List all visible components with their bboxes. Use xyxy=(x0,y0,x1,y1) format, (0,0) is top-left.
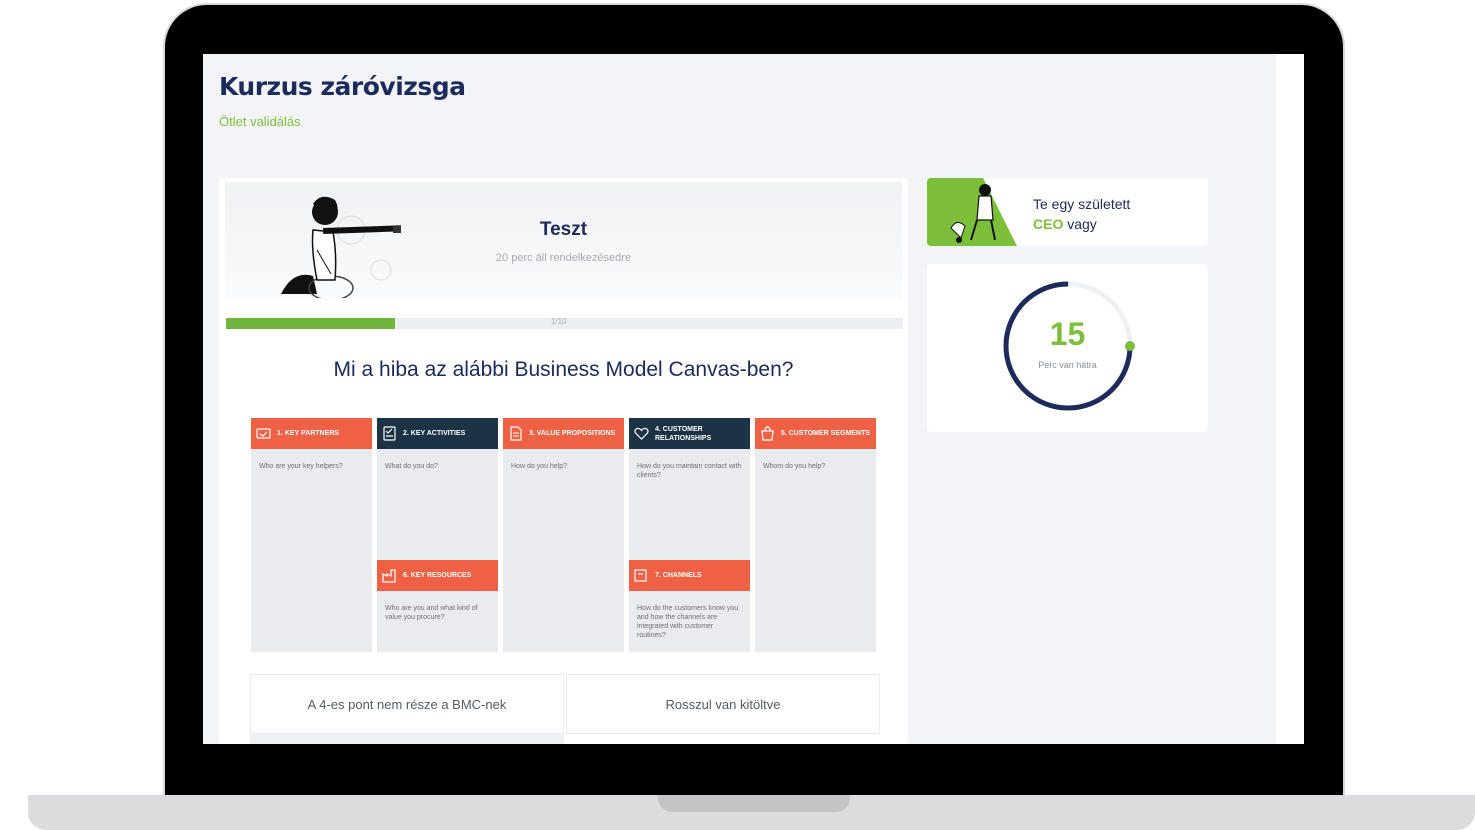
bmc-header-label: 5. CUSTOMER SEGMENTS xyxy=(781,430,870,437)
handshake-icon xyxy=(256,428,271,439)
bmc-column-key-activities: 2. KEY ACTIVITIES What do you do? 6. KEY… xyxy=(377,418,498,652)
bmc-header-value-propositions: 3. VALUE PROPOSITIONS xyxy=(503,418,624,449)
checklist-icon xyxy=(383,426,396,441)
bmc-header-key-activities: 2. KEY ACTIVITIES xyxy=(377,418,498,449)
bmc-prompt: How do you maintain contact with clients… xyxy=(637,463,742,479)
bmc-header-label: 1. KEY PARTNERS xyxy=(277,430,339,437)
bmc-prompt: How do the customers know you and how th… xyxy=(637,605,739,639)
quiz-name: Teszt xyxy=(539,219,588,240)
bmc-header-customer-relationships: 4. CUSTOMER RELATIONSHIPS xyxy=(629,418,750,449)
bmc-column-customer-segments: 5. CUSTOMER SEGMENTS Whom do you help? xyxy=(755,418,876,652)
timer-value: 15 xyxy=(1049,316,1086,352)
bmc-header-channels: 7. CHANNELS xyxy=(629,560,750,591)
ceo-illustration xyxy=(927,178,1017,246)
heart-icon xyxy=(634,427,649,440)
page-title: Kurzus záróvizsga xyxy=(219,72,466,101)
ceo-accent-word: CEO xyxy=(1033,216,1064,232)
quiz-progress-bar: 1/10 xyxy=(226,317,903,329)
ceo-line-2: vagy xyxy=(1063,216,1097,232)
laptop-notch xyxy=(658,795,850,812)
bmc-header-label: 6. KEY RESOURCES xyxy=(403,572,472,579)
bmc-header-label: 3. VALUE PROPOSITIONS xyxy=(529,430,616,437)
bmc-column-customer-relationships: 4. CUSTOMER RELATIONSHIPS How do you mai… xyxy=(629,418,750,652)
question-text: Mi a hiba az alábbi Business Model Canva… xyxy=(333,358,794,381)
ceo-badge-card: Te egy született CEO vagy xyxy=(927,178,1208,246)
bmc-header-customer-segments: 5. CUSTOMER SEGMENTS xyxy=(755,418,876,449)
bmc-header-key-partners: 1. KEY PARTNERS xyxy=(251,418,372,449)
bmc-column-key-partners: 1. KEY PARTNERS Who are your key helpers… xyxy=(251,418,372,652)
answer-option-b[interactable]: Rosszul van kitöltve xyxy=(566,674,880,734)
business-model-canvas: 1. KEY PARTNERS Who are your key helpers… xyxy=(251,418,878,652)
screen: Kurzus záróvizsga Ötlet validálás Teszt … xyxy=(203,54,1304,744)
answer-options: A 4-es pont nem része a BMC-nek Rosszul … xyxy=(250,674,880,744)
ceo-line-1: Te egy született xyxy=(1033,196,1131,212)
bmc-header-key-resources: 6. KEY RESOURCES xyxy=(377,560,498,591)
answer-option-a[interactable]: A 4-es pont nem része a BMC-nek xyxy=(250,674,564,734)
truck-icon xyxy=(634,569,647,582)
bmc-prompt: Who are you and what kind of value you p… xyxy=(385,605,478,621)
factory-icon xyxy=(382,569,396,583)
bmc-header-label: 7. CHANNELS xyxy=(655,572,702,579)
quiz-hero: Teszt 20 perc áll rendelkezésedre xyxy=(225,182,902,300)
answer-option-divider xyxy=(250,734,564,744)
bmc-column-value-propositions: 3. VALUE PROPOSITIONS How do you help? xyxy=(503,418,624,652)
shopping-bag-icon xyxy=(761,426,774,441)
document-icon xyxy=(510,426,522,441)
quiz-card: Teszt 20 perc áll rendelkezésedre 1/10 M… xyxy=(219,178,908,744)
quiz-progress-label: 1/10 xyxy=(551,317,567,326)
bmc-prompt: Who are your key helpers? xyxy=(259,463,343,470)
bmc-prompt: Whom do you help? xyxy=(763,463,826,470)
right-gutter xyxy=(1276,54,1304,744)
quiz-progress-fill xyxy=(226,318,396,329)
bmc-prompt: How do you help? xyxy=(511,463,568,470)
person-telescope-illustration xyxy=(281,196,401,298)
page-subtitle: Ötlet validálás xyxy=(219,114,301,129)
timer-card: 15 Perc van hátra xyxy=(927,264,1208,432)
ceo-badge-text: Te egy született CEO vagy xyxy=(1033,194,1130,234)
bmc-prompt: What do you do? xyxy=(385,463,438,470)
timer-label: Perc van hátra xyxy=(1038,360,1097,370)
quiz-time-limit: 20 perc áll rendelkezésedre xyxy=(495,252,632,264)
bmc-header-label: 2. KEY ACTIVITIES xyxy=(403,430,466,437)
bmc-header-label: 4. CUSTOMER RELATIONSHIPS xyxy=(655,425,712,442)
